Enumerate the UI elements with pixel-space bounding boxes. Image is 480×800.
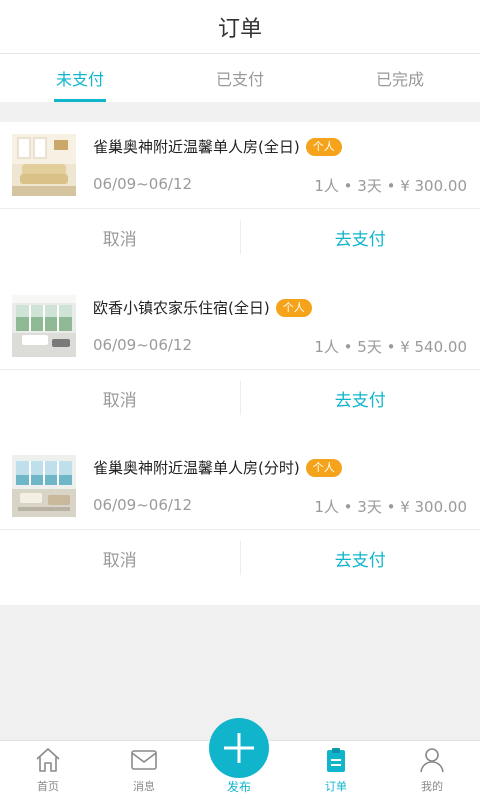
tab-profile[interactable]: 我的	[384, 741, 480, 800]
tab-messages[interactable]: 消息	[96, 741, 192, 800]
home-icon	[36, 748, 60, 772]
order-meta: 1人 • 5天 • ¥ 540.00	[314, 338, 467, 356]
order-actions: 取消 去支付	[0, 531, 480, 585]
pay-button[interactable]: 去支付	[241, 210, 480, 264]
tab-home[interactable]: 首页	[0, 741, 96, 800]
tab-unpaid[interactable]: 未支付	[0, 54, 160, 102]
order-dates: 06/09~06/12	[93, 336, 193, 354]
order-meta: 1人 • 3天 • ¥ 300.00	[314, 177, 467, 195]
personal-badge: 个人	[275, 298, 312, 317]
room-name-text: 雀巢奥神附近温馨单人房(全日)	[93, 138, 300, 156]
order-dates: 06/09~06/12	[93, 175, 193, 193]
tab-profile-label: 我的	[421, 780, 443, 793]
tab-paid[interactable]: 已支付	[160, 54, 320, 102]
order-meta: 1人 • 3天 • ¥ 300.00	[314, 498, 467, 516]
publish-label: 发布	[226, 780, 251, 794]
plus-icon	[224, 733, 254, 763]
message-icon	[131, 750, 157, 770]
header: 订单	[0, 0, 480, 54]
room-thumbnail	[12, 295, 76, 357]
cancel-button[interactable]: 取消	[0, 210, 240, 264]
tab-orders-label: 订单	[325, 780, 347, 793]
personal-badge: 个人	[305, 458, 342, 477]
cancel-button[interactable]: 取消	[0, 371, 240, 425]
order-card: 雀巢奥神附近温馨单人房(全日) 个人 06/09~06/12 1人 • 3天 •…	[0, 122, 480, 284]
room-thumbnail	[12, 455, 76, 517]
pay-button[interactable]: 去支付	[241, 371, 480, 425]
room-name: 雀巢奥神附近温馨单人房(全日) 个人	[93, 136, 342, 157]
order-icon	[327, 748, 345, 772]
room-name: 雀巢奥神附近温馨单人房(分时) 个人	[93, 457, 342, 478]
tab-messages-label: 消息	[133, 780, 155, 793]
order-status-tabs: 未支付 已支付 已完成	[0, 54, 480, 102]
tab-home-label: 首页	[37, 780, 59, 793]
room-thumbnail	[12, 134, 76, 196]
room-name: 欧香小镇农家乐住宿(全日) 个人	[93, 297, 312, 318]
room-name-text: 雀巢奥神附近温馨单人房(分时)	[93, 459, 300, 477]
room-name-text: 欧香小镇农家乐住宿(全日)	[93, 299, 270, 317]
tab-completed[interactable]: 已完成	[320, 54, 480, 102]
order-info[interactable]: 雀巢奥神附近温馨单人房(全日) 个人 06/09~06/12 1人 • 3天 •…	[0, 122, 480, 209]
order-dates: 06/09~06/12	[93, 496, 193, 514]
order-info[interactable]: 雀巢奥神附近温馨单人房(分时) 个人 06/09~06/12 1人 • 3天 •…	[0, 443, 480, 530]
page-title: 订单	[217, 16, 262, 42]
order-card: 欧香小镇农家乐住宿(全日) 个人 06/09~06/12 1人 • 5天 • ¥…	[0, 283, 480, 445]
personal-badge: 个人	[305, 137, 342, 156]
tab-orders[interactable]: 订单	[288, 741, 384, 800]
order-actions: 取消 去支付	[0, 210, 480, 264]
cancel-button[interactable]: 取消	[0, 531, 240, 585]
publish-button[interactable]	[209, 718, 269, 778]
order-card: 雀巢奥神附近温馨单人房(分时) 个人 06/09~06/12 1人 • 3天 •…	[0, 443, 480, 605]
order-info[interactable]: 欧香小镇农家乐住宿(全日) 个人 06/09~06/12 1人 • 5天 • ¥…	[0, 283, 480, 370]
pay-button[interactable]: 去支付	[241, 531, 480, 585]
profile-icon	[420, 748, 444, 773]
order-actions: 取消 去支付	[0, 371, 480, 425]
